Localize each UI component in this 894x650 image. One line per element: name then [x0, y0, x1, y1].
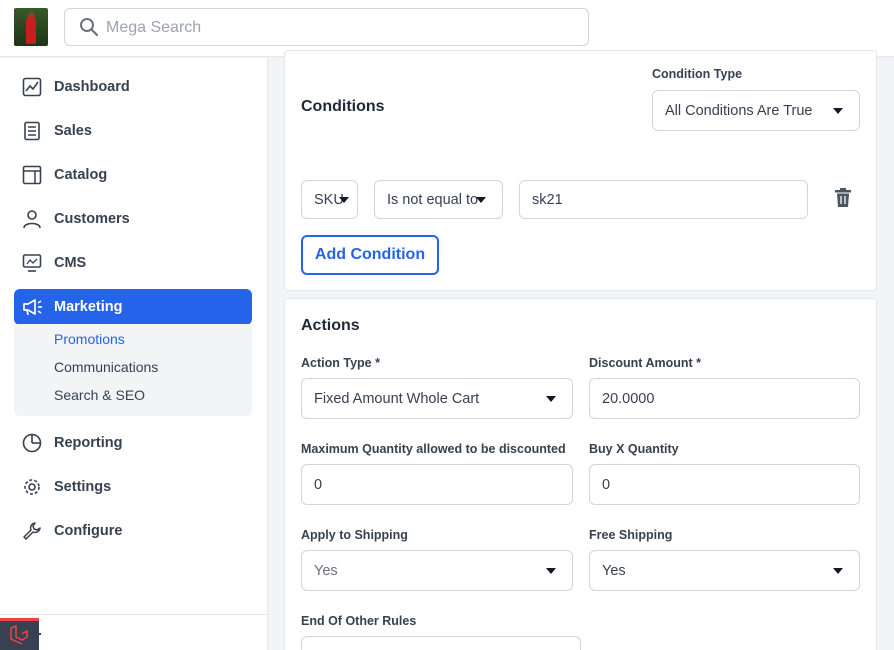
add-condition-button[interactable]: Add Condition	[301, 235, 439, 275]
action-type-label: Action Type *	[301, 356, 380, 370]
end-other-rules-label: End Of Other Rules	[301, 614, 417, 628]
submenu-item-communications[interactable]: Communications	[54, 359, 158, 375]
condition-value-input[interactable]: sk21	[519, 180, 808, 219]
apply-shipping-select[interactable]: Yes	[301, 550, 573, 591]
search-input[interactable]: Mega Search	[64, 8, 589, 46]
discount-amount-input[interactable]: 20.0000	[589, 378, 860, 419]
apply-shipping-value: Yes	[314, 562, 338, 579]
submenu-item-promotions[interactable]: Promotions	[54, 331, 125, 347]
max-quantity-value: 0	[314, 476, 323, 493]
settings-icon	[21, 476, 43, 498]
customers-icon	[21, 208, 43, 230]
buy-x-quantity-label: Buy X Quantity	[589, 442, 679, 456]
max-quantity-input[interactable]: 0	[301, 464, 573, 505]
search-placeholder: Mega Search	[106, 19, 202, 36]
condition-operator-value: Is not equal to	[387, 191, 479, 208]
reporting-icon	[21, 432, 43, 454]
actions-title: Actions	[301, 317, 360, 334]
discount-amount-label: Discount Amount *	[589, 356, 702, 370]
action-type-value: Fixed Amount Whole Cart	[314, 390, 480, 407]
configure-icon	[21, 520, 43, 542]
condition-type-label: Condition Type	[652, 67, 743, 81]
chevron-down-icon	[546, 568, 556, 574]
sidebar-item-label: Dashboard	[54, 79, 130, 95]
chevron-down-icon	[476, 197, 486, 203]
chevron-down-icon	[546, 396, 556, 402]
avatar[interactable]	[14, 8, 48, 46]
condition-value-text: sk21	[532, 191, 563, 208]
chevron-down-icon	[833, 568, 843, 574]
sidebar-item-label: CMS	[54, 255, 87, 271]
end-other-rules-select[interactable]	[301, 636, 581, 650]
sidebar-item-customers[interactable]: Customers	[14, 201, 252, 237]
sidebar-item-label: Marketing	[54, 299, 123, 315]
condition-type-select[interactable]: All Conditions Are True	[652, 90, 860, 131]
conditions-title: Conditions	[301, 98, 385, 115]
dashboard-icon	[21, 76, 43, 98]
collapse-toggle-icon[interactable]	[36, 633, 41, 635]
discount-amount-value: 20.0000	[602, 390, 655, 407]
condition-attribute-select[interactable]: SKU	[301, 180, 358, 219]
free-shipping-select[interactable]: Yes	[589, 550, 860, 591]
laravel-logo-icon[interactable]	[0, 618, 39, 650]
trash-icon[interactable]	[834, 188, 852, 208]
sidebar-item-label: Settings	[54, 479, 112, 495]
conditions-card: Conditions Condition Type All Conditions…	[284, 50, 877, 291]
action-type-select[interactable]: Fixed Amount Whole Cart	[301, 378, 573, 419]
chevron-down-icon	[339, 197, 349, 203]
free-shipping-label: Free Shipping	[589, 528, 673, 542]
condition-operator-select[interactable]: Is not equal to	[374, 180, 503, 219]
sidebar-item-reporting[interactable]: Reporting	[14, 425, 252, 461]
sidebar-item-settings[interactable]: Settings	[14, 469, 252, 505]
sidebar-item-catalog[interactable]: Catalog	[14, 157, 252, 193]
condition-type-value: All Conditions Are True	[665, 102, 813, 119]
submenu-item-search-seo[interactable]: Search & SEO	[54, 387, 145, 403]
catalog-icon	[21, 164, 43, 186]
sidebar-item-marketing[interactable]: Marketing	[14, 289, 252, 325]
sidebar-item-dashboard[interactable]: Dashboard	[14, 69, 252, 105]
buy-x-quantity-input[interactable]: 0	[589, 464, 860, 505]
apply-shipping-label: Apply to Shipping	[301, 528, 408, 542]
chevron-down-icon	[833, 108, 843, 114]
sidebar-item-label: Configure	[54, 523, 123, 539]
sidebar-divider	[0, 614, 268, 615]
sales-icon	[21, 120, 43, 142]
sidebar-item-sales[interactable]: Sales	[14, 113, 252, 149]
sidebar-item-label: Reporting	[54, 435, 123, 451]
avatar-figure	[26, 16, 36, 44]
marketing-submenu: Promotions Communications Search & SEO	[14, 324, 252, 416]
sidebar-item-label: Catalog	[54, 167, 108, 183]
cms-icon	[21, 252, 43, 274]
actions-card: Actions Action Type * Fixed Amount Whole…	[284, 298, 877, 650]
sidebar-item-label: Sales	[54, 123, 92, 139]
free-shipping-value: Yes	[602, 562, 626, 579]
sidebar-item-configure[interactable]: Configure	[14, 513, 252, 549]
max-quantity-label: Maximum Quantity allowed to be discounte…	[301, 442, 566, 456]
buy-x-quantity-value: 0	[602, 476, 611, 493]
sidebar-item-cms[interactable]: CMS	[14, 245, 252, 281]
search-icon	[80, 18, 99, 37]
marketing-icon	[21, 296, 43, 318]
top-bar: Mega Search	[0, 0, 894, 57]
sidebar-item-label: Customers	[54, 211, 130, 227]
sidebar: Dashboard Sales Catalog Customers CMS Ma…	[0, 58, 268, 650]
